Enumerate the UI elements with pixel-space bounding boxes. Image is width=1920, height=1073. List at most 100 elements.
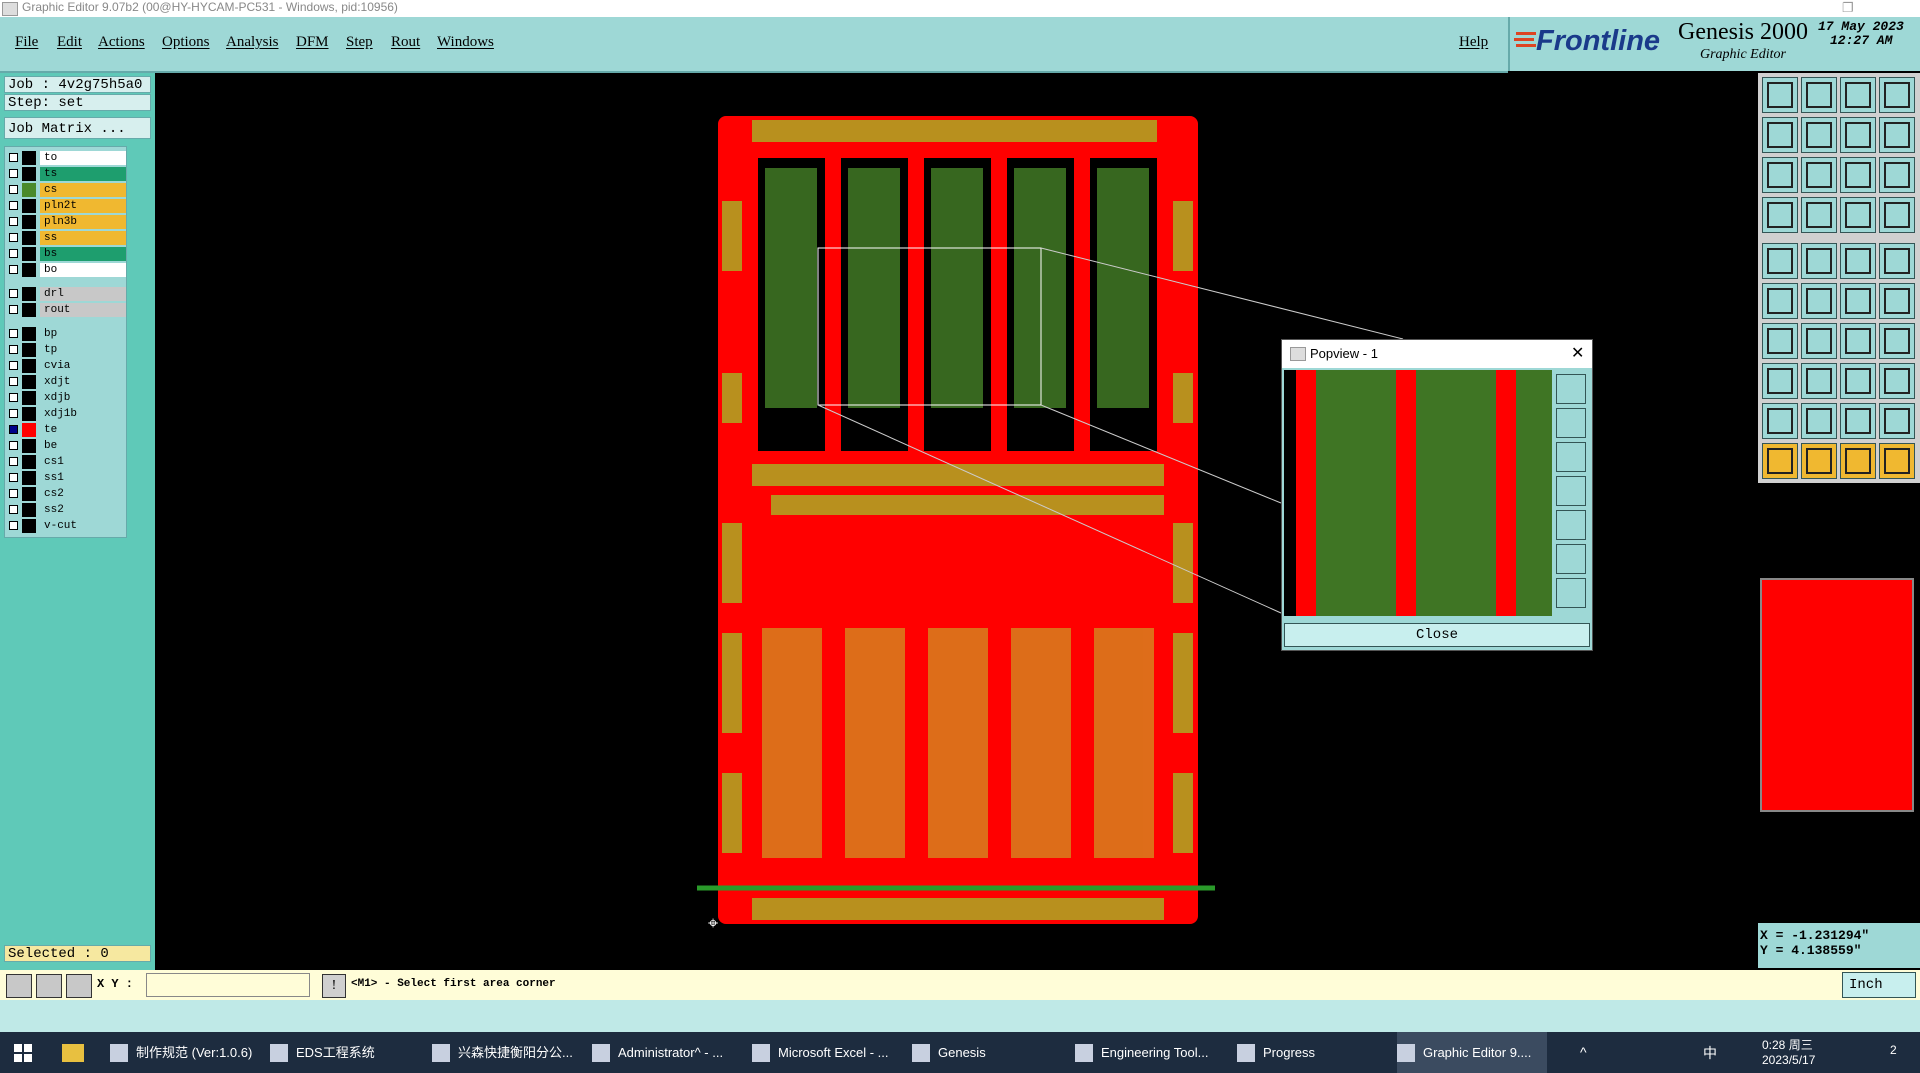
grid-snap-icon[interactable] — [66, 974, 92, 998]
snap-tool-1-icon[interactable] — [6, 974, 32, 998]
layer-color-swatch[interactable] — [22, 423, 36, 437]
notification-count[interactable]: 2 — [1890, 1043, 1897, 1057]
info-icon[interactable]: ! — [322, 974, 346, 998]
layer-checkbox[interactable] — [9, 169, 18, 178]
layer-name[interactable]: cs — [40, 183, 126, 197]
popview-tool-1-icon[interactable] — [1556, 374, 1586, 404]
taskbar-item[interactable]: 兴森快捷衡阳分公... — [432, 1032, 582, 1073]
layer-checkbox[interactable] — [9, 473, 18, 482]
layer-checkbox[interactable] — [9, 345, 18, 354]
split-icon[interactable] — [1879, 117, 1915, 153]
save-icon[interactable] — [1801, 77, 1837, 113]
menu-help[interactable]: Help — [1459, 34, 1488, 51]
measure-icon[interactable] — [1840, 243, 1876, 279]
layer-row-to[interactable]: to — [5, 151, 126, 165]
layer-name[interactable]: cs2 — [40, 487, 126, 501]
chevron-up-icon[interactable]: ^ — [1580, 1044, 1587, 1060]
layer-color-swatch[interactable] — [22, 151, 36, 165]
layer-color-swatch[interactable] — [22, 391, 36, 405]
layer-name[interactable]: ss1 — [40, 471, 126, 485]
layer-color-swatch[interactable] — [22, 503, 36, 517]
layer-color-swatch[interactable] — [22, 247, 36, 261]
layer-checkbox[interactable] — [9, 505, 18, 514]
layer-row-cs2[interactable]: cs2 — [5, 487, 126, 501]
layer-color-swatch[interactable] — [22, 359, 36, 373]
menu-analysis[interactable]: Analysis — [226, 34, 279, 51]
layer-name[interactable]: v-cut — [40, 519, 126, 533]
layer-row-drl[interactable]: drl — [5, 287, 126, 301]
layer-checkbox[interactable] — [9, 185, 18, 194]
taskbar-item[interactable]: Administrator^ - ... — [592, 1032, 742, 1073]
clock-date[interactable]: 2023/5/17 — [1762, 1053, 1815, 1067]
popview-viewport[interactable] — [1284, 370, 1552, 616]
layer-color-swatch[interactable] — [22, 519, 36, 533]
pad-icon[interactable] — [1762, 243, 1798, 279]
popview-tool-6-icon[interactable] — [1556, 544, 1586, 574]
layer-row-rout[interactable]: rout — [5, 303, 126, 317]
layer-name[interactable]: xdjt — [40, 375, 126, 389]
restore-icon[interactable]: ❐ — [1842, 0, 1854, 15]
taskbar-item[interactable]: Microsoft Excel - ... — [752, 1032, 902, 1073]
grid-icon[interactable] — [1801, 197, 1837, 233]
snap-red2-icon[interactable] — [1879, 197, 1915, 233]
layer-name[interactable]: to — [40, 151, 126, 165]
vertex-icon[interactable] — [1840, 283, 1876, 319]
layer-color-swatch[interactable] — [22, 407, 36, 421]
layer-checkbox[interactable] — [9, 201, 18, 210]
layer-checkbox[interactable] — [9, 521, 18, 530]
zoom-home-icon[interactable] — [1801, 157, 1837, 193]
layer-name[interactable]: xdj1b — [40, 407, 126, 421]
taskbar-item[interactable]: 制作规范 (Ver:1.0.6) — [110, 1032, 260, 1073]
layer-checkbox[interactable] — [9, 289, 18, 298]
windows-start-icon[interactable] — [14, 1044, 32, 1062]
layer-color-swatch[interactable] — [22, 375, 36, 389]
window-icon[interactable] — [1879, 77, 1915, 113]
layer-color-swatch[interactable] — [22, 287, 36, 301]
layer-row-bs[interactable]: bs — [5, 247, 126, 261]
arc-icon[interactable] — [1879, 283, 1915, 319]
layer-checkbox[interactable] — [9, 217, 18, 226]
line-red-icon[interactable] — [1801, 243, 1837, 279]
layer-name[interactable]: cs1 — [40, 455, 126, 469]
layer-name[interactable]: te — [40, 423, 126, 437]
tri3-icon[interactable] — [1840, 403, 1876, 439]
layer-name[interactable]: be — [40, 439, 126, 453]
layer-color-swatch[interactable] — [22, 303, 36, 317]
file-explorer-icon[interactable] — [62, 1044, 84, 1062]
layer-row-xdjb[interactable]: xdjb — [5, 391, 126, 405]
layer-color-swatch[interactable] — [22, 199, 36, 213]
job-matrix-button[interactable]: Job Matrix ... — [4, 117, 151, 139]
zoom-fit-icon[interactable] — [1762, 157, 1798, 193]
layer-checkbox[interactable] — [9, 305, 18, 314]
menu-actions[interactable]: Actions — [98, 34, 145, 51]
layer-checkbox[interactable] — [9, 409, 18, 418]
prev-icon[interactable] — [1762, 117, 1798, 153]
menu-step[interactable]: Step — [346, 34, 373, 51]
tri1-icon[interactable] — [1762, 403, 1798, 439]
xy-input[interactable] — [146, 973, 310, 997]
layer-row-ss[interactable]: ss — [5, 231, 126, 245]
layer-row-xdj1b[interactable]: xdj1b — [5, 407, 126, 421]
layer-color-swatch[interactable] — [22, 231, 36, 245]
layer-checkbox[interactable] — [9, 425, 18, 434]
dash-icon[interactable] — [1801, 363, 1837, 399]
layer-checkbox[interactable] — [9, 377, 18, 386]
layer-checkbox[interactable] — [9, 153, 18, 162]
home-icon[interactable] — [1840, 77, 1876, 113]
close-icon[interactable]: ✕ — [1571, 343, 1584, 363]
layer-name[interactable]: bs — [40, 247, 126, 261]
menu-rout[interactable]: Rout — [391, 34, 420, 51]
popview-close-button[interactable]: Close — [1284, 623, 1590, 647]
layer-row-bp[interactable]: bp — [5, 327, 126, 341]
layer-checkbox[interactable] — [9, 457, 18, 466]
layer-color-swatch[interactable] — [22, 455, 36, 469]
layer-row-te[interactable]: te — [5, 423, 126, 437]
snap-tool-2-icon[interactable] — [36, 974, 62, 998]
tri2-icon[interactable] — [1801, 403, 1837, 439]
layer-row-bo[interactable]: bo — [5, 263, 126, 277]
open-icon[interactable] — [1762, 77, 1798, 113]
taskbar-item[interactable]: Genesis — [912, 1032, 1062, 1073]
layer-name[interactable]: cvia — [40, 359, 126, 373]
ime-indicator[interactable]: 中 — [1703, 1043, 1717, 1063]
popview-tool-3-icon[interactable] — [1556, 442, 1586, 472]
